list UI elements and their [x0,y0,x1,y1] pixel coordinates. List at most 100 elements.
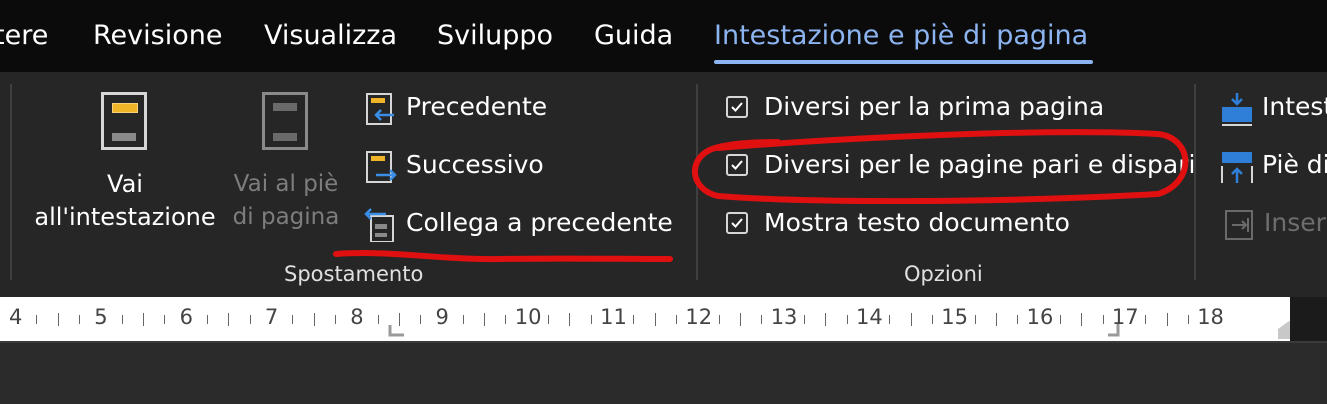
goto-header-button[interactable]: Vai all'intestazione [32,90,218,240]
ruler-tick [825,313,826,326]
ruler-tick [58,313,59,326]
ruler-tick [484,313,485,326]
checkmark-icon [731,218,743,228]
ruler-number: 11 [600,305,627,329]
ruler-tick [804,315,805,324]
next-section-icon [366,151,397,183]
ruler-tick [1081,313,1082,326]
ruler-tick [719,315,720,324]
ruler-tick [975,315,976,324]
active-tab-indicator [714,60,1093,64]
ruler-tick [79,315,80,324]
ruler-tick [207,315,208,324]
goto-footer-label-line2: di pagina [232,204,340,230]
ruler-number: 17 [1111,305,1139,329]
ruler-tick [399,313,400,326]
ruler-tick [378,315,379,324]
ruler-tick [164,315,165,324]
ruler-tick [314,313,315,326]
document-area[interactable] [0,341,1327,404]
show-document-text-checkbox[interactable]: Mostra testo documento [726,206,1086,246]
ruler-tick [633,315,634,324]
ruler-tick [676,315,677,324]
previous-section-button[interactable]: Precedente [364,88,548,128]
ruler-number: 12 [685,305,713,329]
ruler-tick [591,315,592,324]
ruler-number: 6 [179,305,193,329]
ruler-tick [463,315,464,324]
checkbox-box [726,96,748,118]
tab-guida[interactable]: Guida [594,20,673,51]
ribbon-panel: Vai all'intestazione Vai al piè di pagin… [0,72,1327,294]
ruler-tick [36,315,37,324]
previous-section-icon [366,93,394,125]
ruler-tick [228,313,229,326]
hanging-indent-marker[interactable] [387,325,407,341]
checkbox-box [726,212,748,234]
insert-alignment-tab-icon [1225,210,1253,240]
ruler-number: 8 [350,305,364,329]
ruler-tick [1103,315,1104,324]
show-document-text-label: Mostra testo documento [764,208,1070,237]
checkmark-icon [731,102,743,112]
header-position-label: Intest [1262,92,1327,121]
footer-position-icon [1221,152,1253,183]
ruler-number: 16 [1026,305,1054,329]
insert-alignment-tab-button[interactable]: Inseri [1222,204,1327,244]
ruler-tick [996,313,997,326]
ruler-tick [143,313,144,326]
link-to-previous-button[interactable]: Collega a precedente [364,204,673,244]
ruler-number: 10 [514,305,542,329]
red-circle-annotation [692,129,1189,204]
group-label-opzioni: Opzioni [904,262,983,286]
goto-header-label-line1: Vai [107,170,143,198]
ruler-tick [1017,315,1018,324]
ruler-tick [911,313,912,326]
next-section-button[interactable]: Successivo [364,146,544,186]
different-first-page-label: Diversi per la prima pagina [764,92,1105,121]
tab-inserisci-partial[interactable]: tere [0,20,48,51]
footer-position-label: Piè di [1262,150,1327,179]
ruler-tick [292,315,293,324]
ruler-tick [335,315,336,324]
tab-sviluppo[interactable]: Sviluppo [437,20,553,51]
previous-section-label: Precedente [406,92,548,121]
ruler-tick [569,313,570,326]
horizontal-ruler[interactable]: 4 5 6 7 8 9 10 11 12 13 14 15 16 17 18 [0,297,1300,341]
footer-doc-icon [262,92,308,150]
ruler-tick [932,315,933,324]
ruler-tick [889,315,890,324]
ruler-tick [250,315,251,324]
ruler-tick [847,315,848,324]
goto-header-label-line2: all'intestazione [34,203,216,231]
ruler-end [1290,297,1327,341]
header-doc-icon [101,92,147,150]
group-label-spostamento: Spostamento [284,262,424,286]
ruler-tick [1145,315,1146,324]
ruler-number: 15 [941,305,969,329]
goto-footer-label-line1: Vai al piè [233,171,339,197]
ruler-tick [1167,313,1168,326]
tab-intestazione-pie-di-pagina[interactable]: Intestazione e piè di pagina [714,20,1088,51]
ruler-number: 13 [770,305,798,329]
ribbon-tab-bar: tere Revisione Visualizza Sviluppo Guida… [0,0,1327,72]
ruler-tick [740,313,741,326]
goto-footer-button[interactable]: Vai al piè di pagina [226,90,346,240]
ruler-tick [505,315,506,324]
group-separator [1194,84,1196,280]
link-to-previous-icon [364,208,394,242]
ruler-number: 5 [94,305,108,329]
next-section-label: Successivo [406,150,544,179]
ruler-tick [1060,315,1061,324]
header-position-button[interactable]: Intest [1220,88,1327,128]
insert-alignment-tab-label: Inseri [1264,208,1327,237]
ruler-number: 4 [9,305,23,329]
tab-visualizza[interactable]: Visualizza [264,20,397,51]
ruler-number: 7 [264,305,279,329]
ruler-number: 14 [856,305,883,329]
ruler-tick [548,315,549,324]
footer-position-button[interactable]: Piè di [1220,146,1327,186]
ruler-number: 9 [435,305,449,329]
tab-revisione[interactable]: Revisione [93,20,222,51]
ruler-tick [761,315,762,324]
